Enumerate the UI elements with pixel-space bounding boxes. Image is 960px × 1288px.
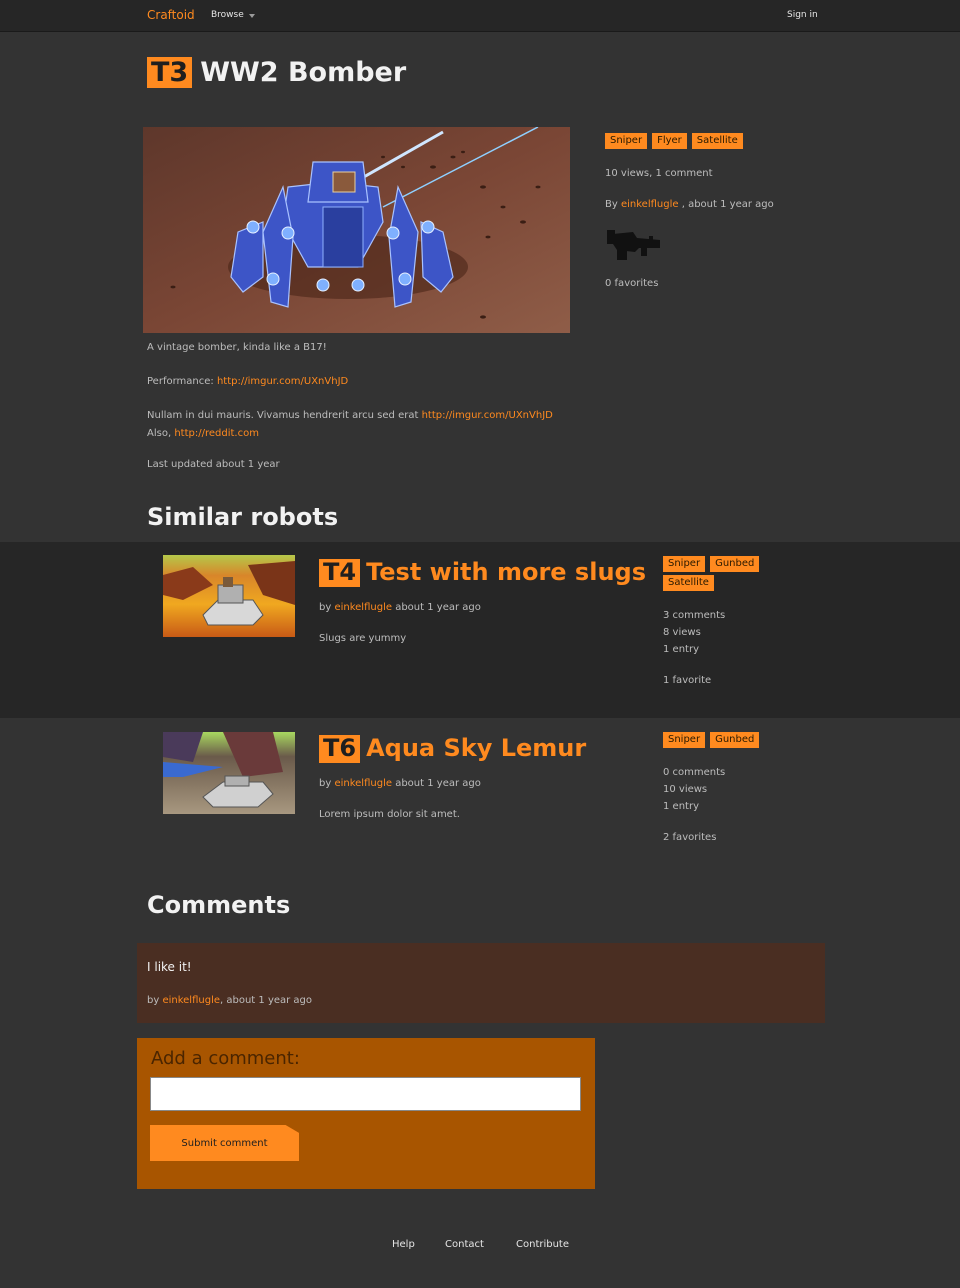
time-ago: , about 1 year ago [220,995,313,1006]
similar-robot-row: T6 Aqua Sky Lemur by einkelflugle about 1… [0,718,960,868]
also-link[interactable]: http://reddit.com [174,428,259,439]
navbar: Craftoid Browse Sign in [0,0,960,32]
similar-robot-description: Slugs are yummy [319,633,407,644]
views-count: 10 views [663,784,708,795]
submit-comment-button[interactable]: Submit comment [150,1125,299,1161]
by-prefix: by [147,995,160,1006]
tag-flyer[interactable]: Flyer [652,133,687,149]
similar-robot-row: T4 Test with more slugs by einkelflugle a… [0,542,960,718]
performance-link[interactable]: http://imgur.com/UXnVhJD [217,376,348,387]
robot-image[interactable] [143,127,570,333]
comments-heading: Comments [147,891,291,919]
add-comment-form: Add a comment: Submit comment [137,1038,595,1189]
comment-item: I like it! by einkelflugle, about 1 year… [137,943,825,1023]
last-updated: Last updated about 1 year [147,459,280,470]
tag-gunbed[interactable]: Gunbed [710,556,760,572]
robot-author-line: By einkelflugle , about 1 year ago [605,199,774,210]
extra-line: Nullam in dui mauris. Vivamus hendrerit … [147,410,553,421]
favorites-count: 2 favorites [663,832,717,843]
similar-robot-description: Lorem ipsum dolor sit amet. [319,809,460,820]
also-line: Also, http://reddit.com [147,428,259,439]
robot-thumbnail[interactable] [163,732,295,814]
by-prefix: By [605,199,618,210]
footer-contact-link[interactable]: Contact [445,1239,484,1250]
extra-text: Nullam in dui mauris. Vivamus hendrerit … [147,410,419,421]
similar-robot-name[interactable]: Test with more slugs [366,558,646,586]
comments-count: 0 comments [663,767,726,778]
robot-description: A vintage bomber, kinda like a B17! [147,342,327,353]
tag-sniper[interactable]: Sniper [663,556,706,572]
similar-robot-author-line: by einkelflugle about 1 year ago [319,602,481,613]
comments-count: 3 comments [663,610,726,621]
tag-satellite[interactable]: Satellite [663,575,714,591]
brand-link[interactable]: Craftoid [147,8,195,22]
add-comment-label: Add a comment: [151,1048,300,1069]
robot-stats: 10 views, 1 comment [605,168,713,179]
time-ago: about 1 year ago [395,602,481,613]
similar-robot-title[interactable]: T6 Aqua Sky Lemur [319,734,586,764]
gun-silhouette-icon [605,228,660,262]
similar-robot-title[interactable]: T4 Test with more slugs [319,558,646,588]
tag-satellite[interactable]: Satellite [691,133,743,149]
tag-sniper[interactable]: Sniper [605,133,648,149]
also-label: Also, [147,428,172,439]
entries-count: 1 entry [663,801,699,812]
similar-robot-tags: Sniper Gunbed [663,732,783,748]
tier-badge: T6 [319,734,361,763]
author-link[interactable]: einkelflugle [621,199,679,210]
browse-menu[interactable]: Browse [211,10,244,20]
extra-link[interactable]: http://imgur.com/UXnVhJD [422,410,553,421]
views-count: 8 views [663,627,701,638]
author-link[interactable]: einkelflugle [334,778,392,789]
page-title: T3 WW2 Bomber [147,57,406,93]
entries-count: 1 entry [663,644,699,655]
robot-thumbnail[interactable] [163,555,295,637]
by-prefix: by [319,778,332,789]
similar-robot-author-line: by einkelflugle about 1 year ago [319,778,481,789]
footer-contribute-link[interactable]: Contribute [516,1239,569,1250]
comment-input[interactable] [150,1077,581,1111]
tier-badge: T4 [319,558,361,587]
favorites-count: 0 favorites [605,278,659,289]
performance-label: Performance: [147,376,214,387]
tier-badge: T3 [147,57,193,89]
similar-robot-name[interactable]: Aqua Sky Lemur [366,734,586,762]
robot-name: WW2 Bomber [200,57,407,88]
performance-line: Performance: http://imgur.com/UXnVhJD [147,376,348,387]
favorites-count: 1 favorite [663,675,712,686]
by-suffix: , about 1 year ago [681,199,774,210]
robot-tags: Sniper Flyer Satellite [605,133,743,149]
similar-robot-tags: Sniper Gunbed Satellite [663,556,783,591]
author-link[interactable]: einkelflugle [162,995,220,1006]
time-ago: about 1 year ago [395,778,481,789]
chevron-down-icon[interactable] [249,14,255,18]
tag-gunbed[interactable]: Gunbed [710,732,760,748]
comment-meta: by einkelflugle, about 1 year ago [147,995,312,1006]
similar-heading: Similar robots [147,503,339,531]
sign-in-link[interactable]: Sign in [787,10,818,20]
comment-body: I like it! [147,960,192,974]
author-link[interactable]: einkelflugle [334,602,392,613]
tag-sniper[interactable]: Sniper [663,732,706,748]
footer-help-link[interactable]: Help [392,1239,415,1250]
by-prefix: by [319,602,332,613]
